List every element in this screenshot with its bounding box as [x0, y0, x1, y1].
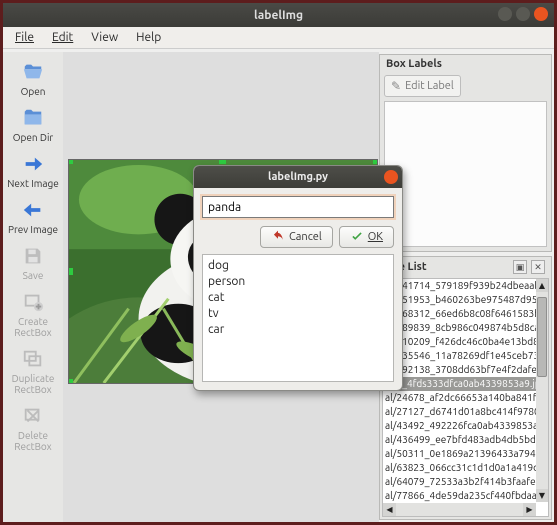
arrow-right-icon — [22, 153, 44, 175]
close-button[interactable] — [534, 7, 548, 21]
cancel-label: Cancel — [289, 231, 322, 243]
resize-handle[interactable] — [68, 268, 73, 275]
scroll-down-icon[interactable]: ▼ — [536, 489, 548, 502]
menu-view[interactable]: View — [83, 29, 126, 46]
file-row[interactable]: al/041714_579189f939b24dbeaabbff03c3 — [383, 279, 536, 293]
rect-create-icon — [22, 291, 44, 313]
pencil-icon — [391, 79, 401, 93]
label-option[interactable]: tv — [208, 306, 388, 322]
arrow-left-icon — [22, 199, 44, 221]
save-button[interactable]: Save — [5, 240, 61, 286]
ok-label: OK — [368, 231, 383, 243]
edit-label-text: Edit Label — [405, 80, 454, 92]
prev-image-button[interactable]: Prev Image — [5, 194, 61, 240]
duplicate-rectbox-button[interactable]: Duplicate RectBox — [5, 343, 61, 400]
window-controls — [498, 7, 548, 21]
maximize-button[interactable] — [516, 7, 530, 21]
file-row[interactable]: al/27127_d6741d01a8bc414f97803f5e3a — [383, 405, 536, 419]
scroll-left-icon[interactable]: ◀ — [383, 503, 396, 516]
label-options-list[interactable]: dogpersoncattvcar — [202, 254, 394, 382]
file-row[interactable]: al/135546_11a78269df1e45ceb73b54c87 — [383, 349, 536, 363]
toolbar-label: Open Dir — [13, 132, 53, 143]
menu-help[interactable]: Help — [128, 29, 169, 46]
panel-title: Box Labels — [386, 58, 442, 70]
panel-close-button[interactable]: ✕ — [531, 260, 545, 274]
resize-handle[interactable] — [219, 159, 226, 164]
delete-rectbox-button[interactable]: Delete RectBox — [5, 400, 61, 457]
open-button[interactable]: Open — [5, 56, 61, 102]
label-option[interactable]: person — [208, 274, 388, 290]
file-row[interactable]: al/24678_af2dc66653a140ba841fa88db52 — [383, 391, 536, 405]
toolbar-label: Delete RectBox — [14, 430, 51, 452]
file-row[interactable]: al/63823_066cc31c1d1d0a1a419d59d8332b — [383, 461, 536, 475]
box-labels-panel: Box Labels Edit Label — [379, 54, 552, 252]
scroll-thumb[interactable] — [537, 297, 547, 377]
toolbar-label: Create RectBox — [14, 316, 51, 338]
rect-delete-icon — [22, 405, 44, 427]
scrollbar-horizontal[interactable]: ◀ ▶ — [383, 503, 536, 516]
folder-icon — [22, 107, 44, 129]
file-row[interactable]: al/192138_3708dd63bf7e4f2dafea675680 — [383, 363, 536, 377]
menu-file[interactable]: File — [7, 29, 42, 46]
file-list-panel: File List ▣ ✕ al/041714_579189f939b24dbe… — [379, 256, 552, 520]
toolbar-label: Prev Image — [8, 224, 58, 235]
dialog-titlebar[interactable]: labelImg.py — [194, 166, 402, 188]
open-dir-button[interactable]: Open Dir — [5, 102, 61, 148]
file-row[interactable]: al/436499_ee7bfd483adb4db5bd16c7a75 — [383, 433, 536, 447]
undo-icon — [271, 230, 285, 244]
file-row[interactable]: al/77866_4de59da235cf440fbdaa5d6051 — [383, 489, 536, 503]
label-option[interactable]: dog — [208, 258, 388, 274]
scroll-right-icon[interactable]: ▶ — [523, 503, 536, 516]
folder-open-icon — [22, 61, 44, 83]
titlebar[interactable]: labelImg — [3, 3, 554, 27]
file-row[interactable]: al/110209_f426dc46c0ba4e13bd81ebbe2 — [383, 335, 536, 349]
floppy-icon — [22, 245, 44, 267]
ok-button[interactable]: OK — [339, 226, 394, 248]
toolbar: Open Open Dir Next Image Prev Image Save… — [3, 52, 63, 522]
dialog-title: labelImg.py — [268, 171, 328, 183]
app-window: labelImg File Edit View Help Open Open D… — [0, 0, 557, 525]
dialog-close-button[interactable] — [384, 170, 398, 184]
file-list[interactable]: al/041714_579189f939b24dbeaabbff03c3al/0… — [382, 278, 549, 517]
toolbar-label: Save — [23, 270, 44, 281]
file-row[interactable]: al/43492_492226fca0ab4339853a922e79 — [383, 419, 536, 433]
file-row[interactable]: al/089839_8cb986c049874b5d8caa6e103 — [383, 321, 536, 335]
label-option[interactable]: car — [208, 322, 388, 338]
label-input[interactable] — [202, 196, 394, 218]
file-row[interactable]: al/051953_b460263be975487d957ed9e33 — [383, 293, 536, 307]
file-row[interactable]: al/64079_72533a3b2f414b3faafebfaa6ee8 — [383, 475, 536, 489]
menubar: File Edit View Help — [3, 27, 554, 49]
labels-list[interactable] — [384, 101, 547, 247]
label-option[interactable]: cat — [208, 290, 388, 306]
next-image-button[interactable]: Next Image — [5, 148, 61, 194]
toolbar-label: Duplicate RectBox — [12, 373, 55, 395]
rect-duplicate-icon — [22, 348, 44, 370]
cancel-button[interactable]: Cancel — [260, 226, 333, 248]
resize-handle[interactable] — [68, 159, 73, 164]
right-dock: Box Labels Edit Label File List ▣ ✕ — [379, 52, 554, 522]
minimize-button[interactable] — [498, 7, 512, 21]
window-title: labelImg — [254, 9, 303, 22]
file-row[interactable]: al/50311_0e1869a21396433a794453ba8 — [383, 447, 536, 461]
label-dialog: labelImg.py Cancel OK dogpersoncattvcar — [193, 165, 403, 391]
scroll-up-icon[interactable]: ▲ — [536, 279, 548, 292]
toolbar-label: Open — [21, 86, 46, 97]
resize-handle[interactable] — [68, 379, 73, 384]
create-rectbox-button[interactable]: Create RectBox — [5, 286, 61, 343]
scrollbar-vertical[interactable]: ▲ ▼ — [536, 279, 548, 502]
toolbar-label: Next Image — [7, 178, 59, 189]
menu-edit[interactable]: Edit — [44, 29, 81, 46]
panel-float-button[interactable]: ▣ — [513, 260, 527, 274]
file-row[interactable]: al/1_4fds333dfca0ab4339853a9.jpg — [383, 377, 536, 391]
edit-label-button[interactable]: Edit Label — [384, 75, 461, 97]
panel-buttons: ▣ ✕ — [513, 260, 545, 274]
resize-handle[interactable] — [373, 159, 378, 164]
check-icon — [350, 230, 364, 244]
file-row[interactable]: al/068312_66ed6b8c08f6461583b6f3a69 — [383, 307, 536, 321]
